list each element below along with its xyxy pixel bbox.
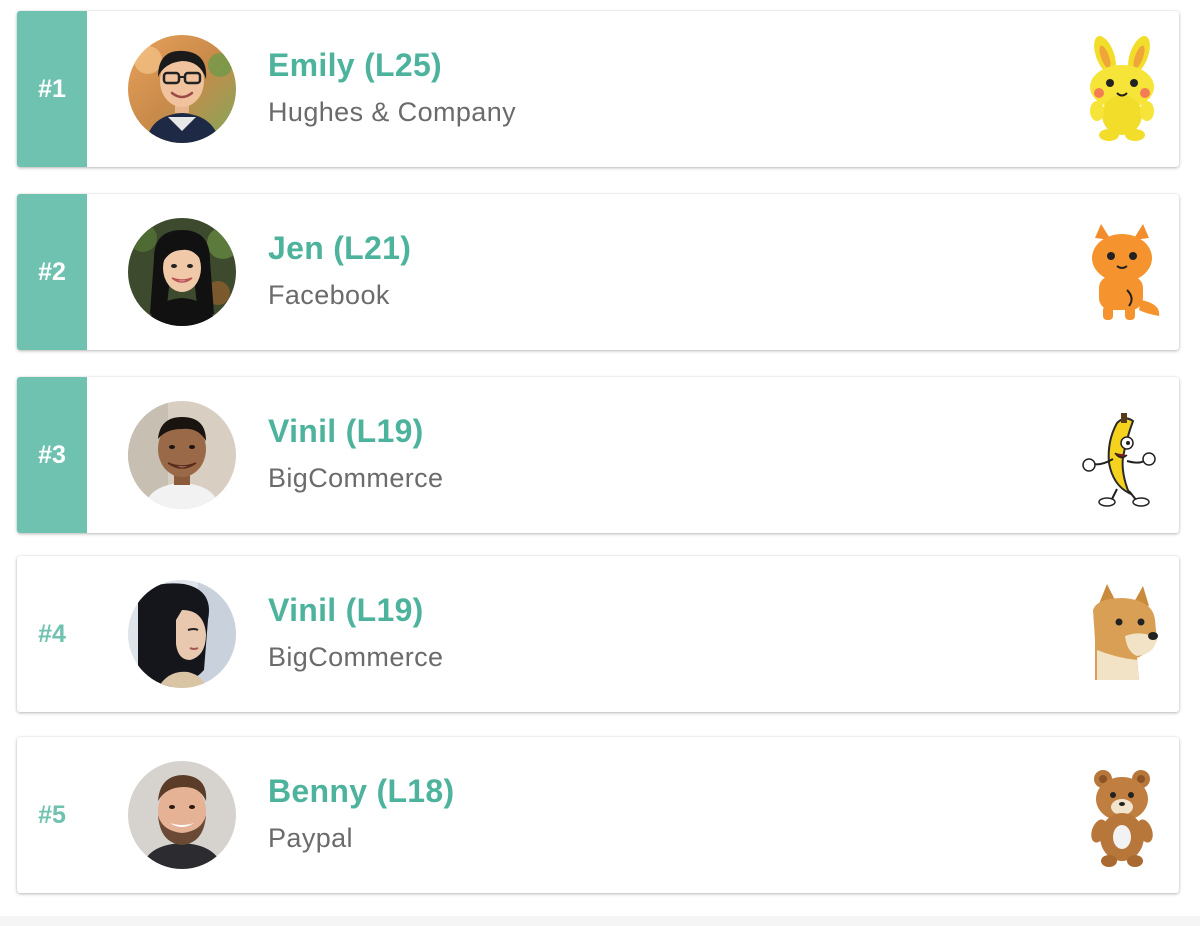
banana-sticker-icon <box>1077 401 1167 509</box>
avatar <box>128 580 236 688</box>
member-name[interactable]: Vinil (L19) <box>268 413 424 450</box>
member-company: BigCommerce <box>268 642 444 672</box>
member-name[interactable]: Jen (L21) <box>268 230 411 267</box>
member-company: Facebook <box>268 280 390 310</box>
member-name[interactable]: Vinil (L19) <box>268 592 424 629</box>
member-company: Hughes & Company <box>268 97 517 127</box>
doge-sticker-icon <box>1077 580 1167 688</box>
leaderboard-row[interactable]: #5 Benny (L18) Paypal <box>17 737 1179 893</box>
leaderboard-row[interactable]: #4 Vinil (L19) BigCommerce <box>17 556 1179 712</box>
avatar <box>128 218 236 326</box>
rank-badge: #5 <box>38 800 66 829</box>
member-company: Paypal <box>268 823 353 853</box>
avatar <box>128 35 236 143</box>
member-name[interactable]: Benny (L18) <box>268 773 454 810</box>
rank-badge: #1 <box>17 11 87 167</box>
leaderboard-row[interactable]: #3 Vinil (L19) BigCommerce <box>17 377 1179 533</box>
rank-badge: #4 <box>38 619 66 648</box>
leaderboard-row[interactable]: #2 Jen (L21) Facebook <box>17 194 1179 350</box>
cat-sticker-icon <box>1077 218 1167 326</box>
bear-sticker-icon <box>1077 761 1167 869</box>
member-name[interactable]: Emily (L25) <box>268 47 442 84</box>
leaderboard-list: #1 Emily (L25) Hughes & Company #2 Jen (… <box>17 11 1179 920</box>
rank-badge: #3 <box>17 377 87 533</box>
member-company: BigCommerce <box>268 463 444 493</box>
avatar <box>128 401 236 509</box>
bunny-sticker-icon <box>1077 35 1167 143</box>
rank-badge: #2 <box>17 194 87 350</box>
leaderboard-row[interactable]: #1 Emily (L25) Hughes & Company <box>17 11 1179 167</box>
avatar <box>128 761 236 869</box>
